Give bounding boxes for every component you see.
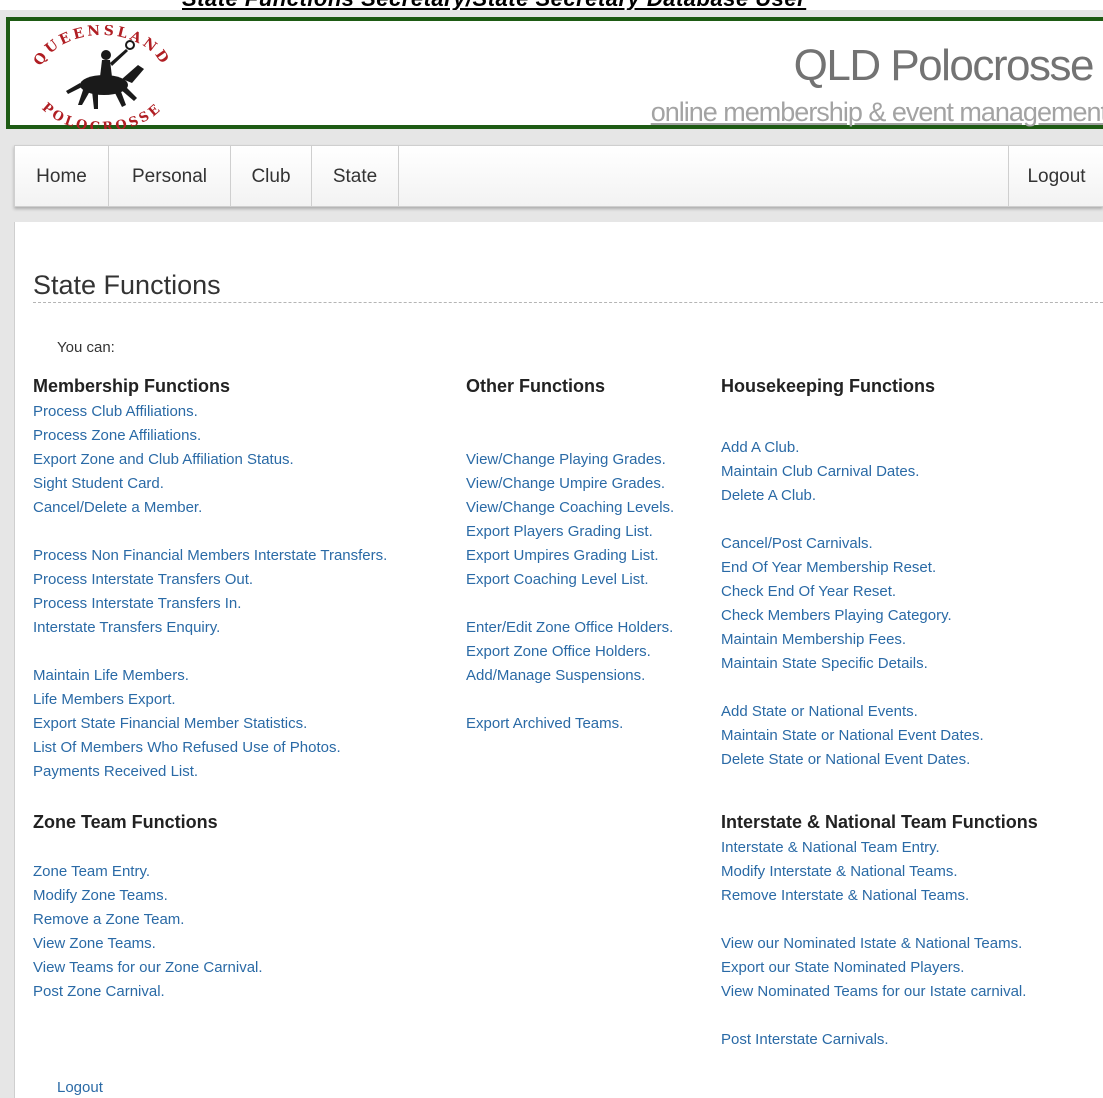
link-export-players-grading[interactable]: Export Players Grading List. <box>466 523 653 540</box>
svg-text:POLOCROSSE: POLOCROSSE <box>39 100 166 129</box>
link-edit-zone-office-holders[interactable]: Enter/Edit Zone Office Holders. <box>466 619 673 636</box>
link-payments-received[interactable]: Payments Received List. <box>33 763 198 780</box>
polocrosse-logo-icon[interactable]: QUEENSLAND POLOCROSSE <box>22 25 182 129</box>
zone-team-heading: Zone Team Functions <box>33 812 218 832</box>
link-add-state-national-events[interactable]: Add State or National Events. <box>721 703 918 720</box>
nav-state[interactable]: State <box>312 146 399 206</box>
link-manage-suspensions[interactable]: Add/Manage Suspensions. <box>466 667 645 684</box>
nav-logout[interactable]: Logout <box>1008 146 1103 206</box>
interstate-heading: Interstate & National Team Functions <box>721 812 1038 832</box>
link-financial-member-statistics[interactable]: Export State Financial Member Statistics… <box>33 715 307 732</box>
link-remove-interstate-teams[interactable]: Remove Interstate & National Teams. <box>721 887 969 904</box>
link-process-club-affiliations[interactable]: Process Club Affiliations. <box>33 403 198 420</box>
link-post-zone-carnival[interactable]: Post Zone Carnival. <box>33 983 165 1000</box>
link-state-specific-details[interactable]: Maintain State Specific Details. <box>721 655 928 672</box>
link-zone-team-entry[interactable]: Zone Team Entry. <box>33 863 150 880</box>
nav-home[interactable]: Home <box>15 146 109 206</box>
link-interstate-team-entry[interactable]: Interstate & National Team Entry. <box>721 839 940 856</box>
link-playing-grades[interactable]: View/Change Playing Grades. <box>466 451 666 468</box>
link-refused-photos[interactable]: List Of Members Who Refused Use of Photo… <box>33 739 341 756</box>
link-club-carnival-dates[interactable]: Maintain Club Carnival Dates. <box>721 463 919 480</box>
link-end-of-year-reset[interactable]: End Of Year Membership Reset. <box>721 559 936 576</box>
link-modify-interstate-teams[interactable]: Modify Interstate & National Teams. <box>721 863 958 880</box>
link-export-nominated-players[interactable]: Export our State Nominated Players. <box>721 959 964 976</box>
link-life-members-export[interactable]: Life Members Export. <box>33 691 176 708</box>
link-remove-zone-team[interactable]: Remove a Zone Team. <box>33 911 184 928</box>
link-post-interstate-carnivals[interactable]: Post Interstate Carnivals. <box>721 1031 889 1048</box>
nav-personal[interactable]: Personal <box>109 146 231 206</box>
link-check-end-of-year-reset[interactable]: Check End Of Year Reset. <box>721 583 896 600</box>
link-delete-club[interactable]: Delete A Club. <box>721 487 816 504</box>
footer-logout-link[interactable]: Logout <box>57 1079 103 1096</box>
link-cancel-post-carnivals[interactable]: Cancel/Post Carnivals. <box>721 535 873 552</box>
link-non-financial-transfers[interactable]: Process Non Financial Members Interstate… <box>33 547 387 564</box>
site-title: QLD Polocrosse <box>793 41 1095 90</box>
link-sight-student-card[interactable]: Sight Student Card. <box>33 475 164 492</box>
link-view-zone-teams[interactable]: View Zone Teams. <box>33 935 156 952</box>
link-export-umpires-grading[interactable]: Export Umpires Grading List. <box>466 547 659 564</box>
link-cancel-delete-member[interactable]: Cancel/Delete a Member. <box>33 499 202 516</box>
housekeeping-heading: Housekeeping Functions <box>721 376 936 396</box>
title-divider <box>33 302 1103 303</box>
link-export-affiliation-status[interactable]: Export Zone and Club Affiliation Status. <box>33 451 294 468</box>
site-header: QUEENSLAND POLOCROSSE QLD Polocrosse onl… <box>6 17 1103 129</box>
link-delete-state-national-event-dates[interactable]: Delete State or National Event Dates. <box>721 751 970 768</box>
horse-rider-icon <box>66 40 144 109</box>
link-coaching-levels[interactable]: View/Change Coaching Levels. <box>466 499 674 516</box>
link-check-playing-category[interactable]: Check Members Playing Category. <box>721 607 952 624</box>
logo-text-bottom: POLOCROSSE <box>39 100 163 129</box>
link-state-national-event-dates[interactable]: Maintain State or National Event Dates. <box>721 727 984 744</box>
link-process-zone-affiliations[interactable]: Process Zone Affiliations. <box>33 427 201 444</box>
top-caption-text: State Functions Secretary/State Secretar… <box>182 0 806 10</box>
site-tagline: online membership & event management <box>650 97 1103 127</box>
top-caption: State Functions Secretary/State Secretar… <box>0 0 1103 10</box>
link-maintain-life-members[interactable]: Maintain Life Members. <box>33 667 189 684</box>
membership-heading: Membership Functions <box>33 376 231 396</box>
intro-text: You can: <box>57 339 115 356</box>
link-export-zone-office-holders[interactable]: Export Zone Office Holders. <box>466 643 651 660</box>
link-transfers-out[interactable]: Process Interstate Transfers Out. <box>33 571 253 588</box>
link-add-club[interactable]: Add A Club. <box>721 439 799 456</box>
page-title: State Functions <box>33 270 221 300</box>
link-membership-fees[interactable]: Maintain Membership Fees. <box>721 631 906 648</box>
link-transfers-enquiry[interactable]: Interstate Transfers Enquiry. <box>33 619 220 636</box>
link-view-istate-carnival-teams[interactable]: View Nominated Teams for our Istate carn… <box>721 983 1026 1000</box>
link-view-zone-carnival-teams[interactable]: View Teams for our Zone Carnival. <box>33 959 263 976</box>
nav-club[interactable]: Club <box>231 146 312 206</box>
link-export-coaching-level[interactable]: Export Coaching Level List. <box>466 571 649 588</box>
link-transfers-in[interactable]: Process Interstate Transfers In. <box>33 595 241 612</box>
main-nav: Home Personal Club State Logout <box>14 145 1103 207</box>
link-modify-zone-teams[interactable]: Modify Zone Teams. <box>33 887 168 904</box>
link-view-nominated-teams[interactable]: View our Nominated Istate & National Tea… <box>721 935 1022 952</box>
link-export-archived-teams[interactable]: Export Archived Teams. <box>466 715 623 732</box>
other-heading: Other Functions <box>466 376 605 396</box>
link-umpire-grades[interactable]: View/Change Umpire Grades. <box>466 475 665 492</box>
